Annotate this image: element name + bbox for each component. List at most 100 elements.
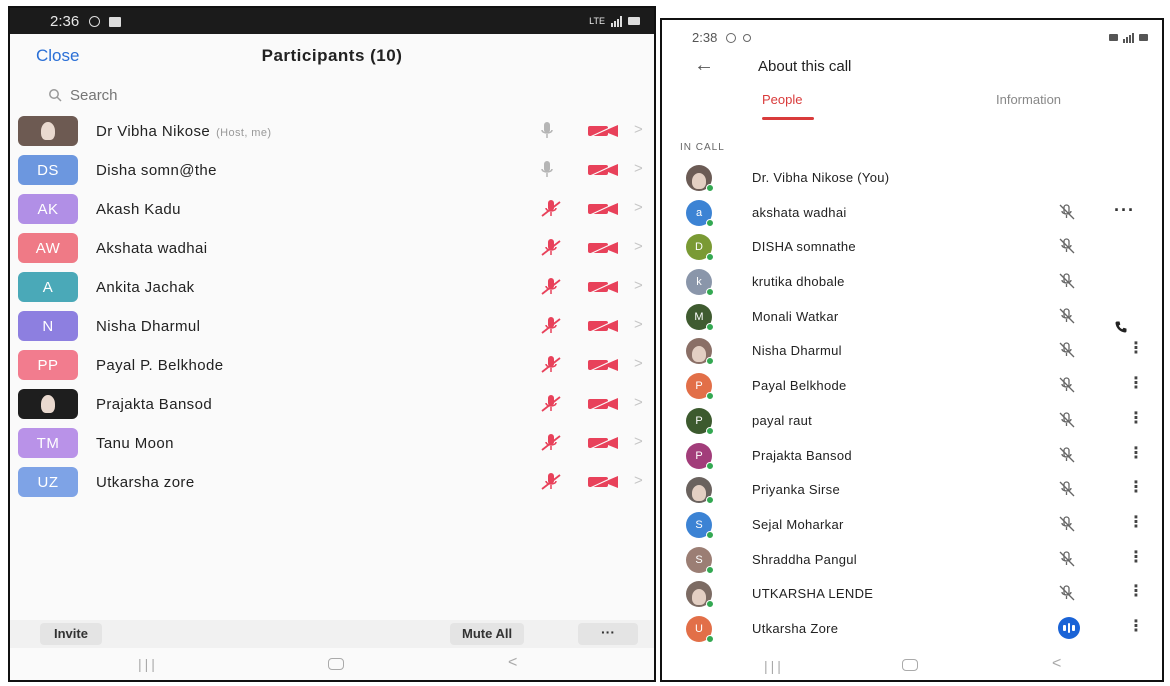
participant-row[interactable]: N Nisha Dharmul > xyxy=(10,307,654,346)
android-nav-bar: ||| < xyxy=(662,650,1162,680)
person-row[interactable]: Dr. Vibha Nikose (You) xyxy=(662,160,1162,195)
tab-people[interactable]: People xyxy=(762,92,802,107)
avatar: D xyxy=(686,234,714,262)
whatsapp-icon xyxy=(725,32,736,43)
participant-row[interactable]: A Ankita Jachak > xyxy=(10,268,654,307)
video-off-icon[interactable] xyxy=(586,475,620,494)
mute-all-button[interactable]: Mute All xyxy=(450,623,525,645)
back-icon[interactable]: < xyxy=(1052,655,1061,673)
person-row[interactable]: Priyanka Sirse ⋮ xyxy=(662,472,1162,507)
participant-row[interactable]: Prajakta Bansod > xyxy=(10,385,654,424)
search-input[interactable] xyxy=(70,86,370,104)
chevron-right-icon[interactable]: > xyxy=(634,238,643,255)
chevron-right-icon[interactable]: > xyxy=(634,394,643,411)
home-icon[interactable] xyxy=(902,659,918,671)
tab-information[interactable]: Information xyxy=(996,92,1061,107)
person-row[interactable]: P Payal Belkhode ⋮ xyxy=(662,368,1162,403)
close-button[interactable]: Close xyxy=(36,46,79,66)
avatar-photo xyxy=(37,391,59,417)
person-row[interactable]: Ppayal raut ⋮ xyxy=(662,403,1162,438)
mic-muted-icon[interactable] xyxy=(540,238,562,263)
person-row[interactable]: a akshata wadhai xyxy=(662,195,1162,230)
recent-apps-icon[interactable]: ||| xyxy=(764,658,784,674)
participant-row[interactable]: DS Disha somn@the > xyxy=(10,151,654,190)
participant-row[interactable]: TM Tanu Moon > xyxy=(10,424,654,463)
person-row[interactable]: M Monali Watkar xyxy=(662,299,1162,334)
person-row[interactable]: D DISHA somnathe xyxy=(662,229,1162,264)
mic-muted-icon[interactable] xyxy=(540,277,562,302)
more-options-button[interactable]: ··· xyxy=(578,623,638,645)
mic-muted-icon[interactable] xyxy=(540,394,562,419)
person-row[interactable]: Nisha Dharmul ⋮ xyxy=(662,333,1162,368)
phone-icon[interactable] xyxy=(1114,320,1128,334)
video-off-icon[interactable] xyxy=(586,202,620,221)
participant-row[interactable]: AK Akash Kadu > xyxy=(10,190,654,229)
chevron-right-icon[interactable]: > xyxy=(634,121,643,138)
video-off-icon[interactable] xyxy=(586,436,620,455)
mic-icon[interactable] xyxy=(540,160,554,185)
person-more-icon[interactable]: ⋮ xyxy=(1128,584,1144,600)
video-off-icon[interactable] xyxy=(586,163,620,182)
mic-muted-icon xyxy=(1058,550,1076,573)
chevron-right-icon[interactable]: > xyxy=(634,277,643,294)
participant-name: Ankita Jachak xyxy=(96,279,195,296)
mic-icon[interactable] xyxy=(540,121,554,146)
people-list: Dr. Vibha Nikose (You) a akshata wadhai D DI… xyxy=(662,160,1162,646)
video-off-icon[interactable] xyxy=(586,241,620,260)
search-bar[interactable] xyxy=(10,78,654,112)
back-icon[interactable]: < xyxy=(508,654,517,672)
participant-row[interactable]: PP Payal P. Belkhode > xyxy=(10,346,654,385)
person-row[interactable]: P Prajakta Bansod ⋮ xyxy=(662,438,1162,473)
chevron-right-icon[interactable]: > xyxy=(634,355,643,372)
video-off-icon[interactable] xyxy=(586,358,620,377)
mic-muted-icon xyxy=(1058,237,1076,260)
person-more-icon[interactable]: ⋮ xyxy=(1128,445,1144,462)
participant-row[interactable]: UZ Utkarsha zore > xyxy=(10,463,654,502)
avatar-initial: k xyxy=(696,276,702,289)
more-options-icon[interactable]: ··· xyxy=(1114,200,1135,221)
chevron-right-icon[interactable]: > xyxy=(634,316,643,333)
mic-muted-icon[interactable] xyxy=(540,472,562,497)
mic-muted-icon[interactable] xyxy=(540,199,562,224)
video-off-icon[interactable] xyxy=(586,397,620,416)
participant-row[interactable]: AW Akshata wadhai > xyxy=(10,229,654,268)
person-row[interactable]: k krutika dhobale xyxy=(662,264,1162,299)
person-more-icon[interactable]: ⋮ xyxy=(1128,514,1144,531)
back-arrow-icon[interactable]: ← xyxy=(694,54,714,77)
person-more-icon[interactable]: ⋮ xyxy=(1128,480,1144,496)
mic-muted-icon[interactable] xyxy=(540,433,562,458)
mic-muted-icon xyxy=(1058,272,1076,295)
invite-button[interactable]: Invite xyxy=(40,623,102,645)
person-row[interactable]: U Utkarsha Zore ⋮ xyxy=(662,611,1162,646)
person-more-icon[interactable]: ⋮ xyxy=(1128,341,1144,357)
person-name: akshata wadhai xyxy=(752,204,847,220)
chevron-right-icon[interactable]: > xyxy=(634,433,643,450)
video-off-icon[interactable] xyxy=(586,319,620,338)
video-off-icon[interactable] xyxy=(586,280,620,299)
recent-apps-icon[interactable]: ||| xyxy=(138,656,158,672)
person-name: Prajakta Bansod xyxy=(752,447,852,463)
chevron-right-icon[interactable]: > xyxy=(634,472,643,489)
avatar: U xyxy=(686,615,714,643)
home-icon[interactable] xyxy=(328,658,344,670)
person-row[interactable]: S Sejal Moharkar ⋮ xyxy=(662,507,1162,542)
mic-muted-icon[interactable] xyxy=(540,316,562,341)
video-off-icon[interactable] xyxy=(586,124,620,143)
person-more-icon[interactable]: ⋮ xyxy=(1128,410,1144,427)
chevron-right-icon[interactable]: > xyxy=(634,160,643,177)
person-more-icon[interactable]: ⋮ xyxy=(1128,549,1144,566)
mic-muted-icon[interactable] xyxy=(540,355,562,380)
chevron-right-icon[interactable]: > xyxy=(634,199,643,216)
participant-row[interactable]: Dr Vibha Nikose (Host, me) > xyxy=(10,112,654,151)
person-row[interactable]: S Shraddha Pangul ⋮ xyxy=(662,542,1162,577)
person-more-icon[interactable]: ⋮ xyxy=(1128,618,1144,635)
person-name: UTKARSHA LENDE xyxy=(752,586,874,602)
status-clock: 2:38 xyxy=(692,29,718,45)
avatar: UZ xyxy=(18,467,78,497)
person-row[interactable]: UTKARSHA LENDE ⋮ xyxy=(662,576,1162,611)
avatar-photo xyxy=(37,118,59,144)
participant-name-text: Disha somn@the xyxy=(96,162,217,179)
avatar-initial: S xyxy=(695,553,703,566)
person-more-icon[interactable]: ⋮ xyxy=(1128,376,1144,392)
avatar xyxy=(686,477,714,505)
